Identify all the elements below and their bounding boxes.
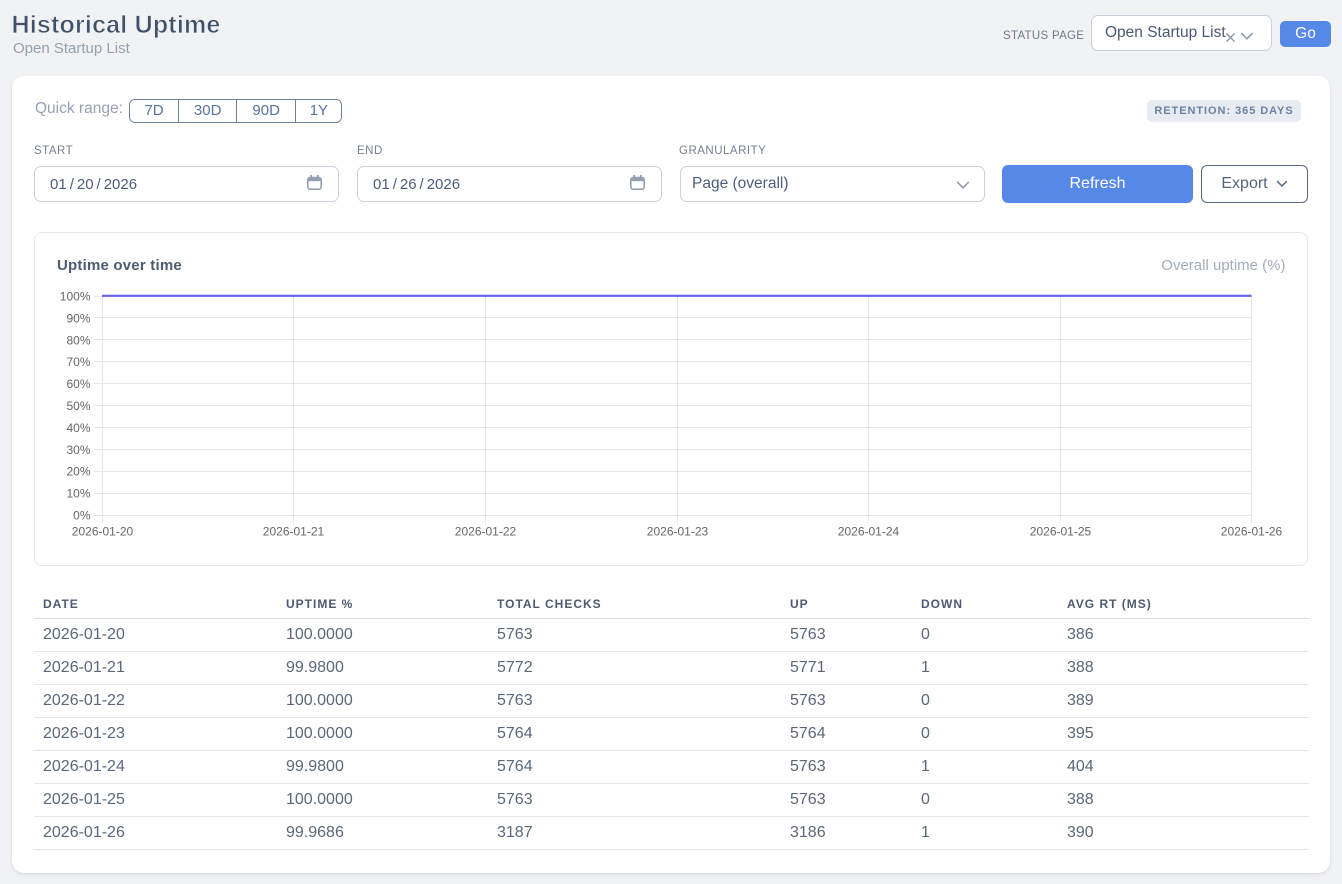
svg-text:2026-01-21: 2026-01-21	[263, 525, 325, 539]
svg-text:10%: 10%	[66, 487, 90, 501]
svg-text:20%: 20%	[66, 465, 90, 479]
svg-text:50%: 50%	[66, 399, 90, 413]
svg-text:40%: 40%	[66, 421, 90, 435]
svg-text:2026-01-26: 2026-01-26	[1221, 525, 1283, 539]
svg-text:0%: 0%	[73, 509, 91, 523]
svg-text:2026-01-22: 2026-01-22	[455, 525, 517, 539]
svg-text:2026-01-23: 2026-01-23	[647, 525, 709, 539]
svg-text:100%: 100%	[60, 290, 91, 304]
svg-text:2026-01-25: 2026-01-25	[1030, 525, 1092, 539]
svg-text:90%: 90%	[66, 311, 90, 325]
svg-text:2026-01-20: 2026-01-20	[72, 525, 134, 539]
svg-text:30%: 30%	[66, 443, 90, 457]
svg-text:60%: 60%	[66, 377, 90, 391]
svg-text:2026-01-24: 2026-01-24	[838, 525, 900, 539]
svg-text:80%: 80%	[66, 333, 90, 347]
svg-text:70%: 70%	[66, 355, 90, 369]
